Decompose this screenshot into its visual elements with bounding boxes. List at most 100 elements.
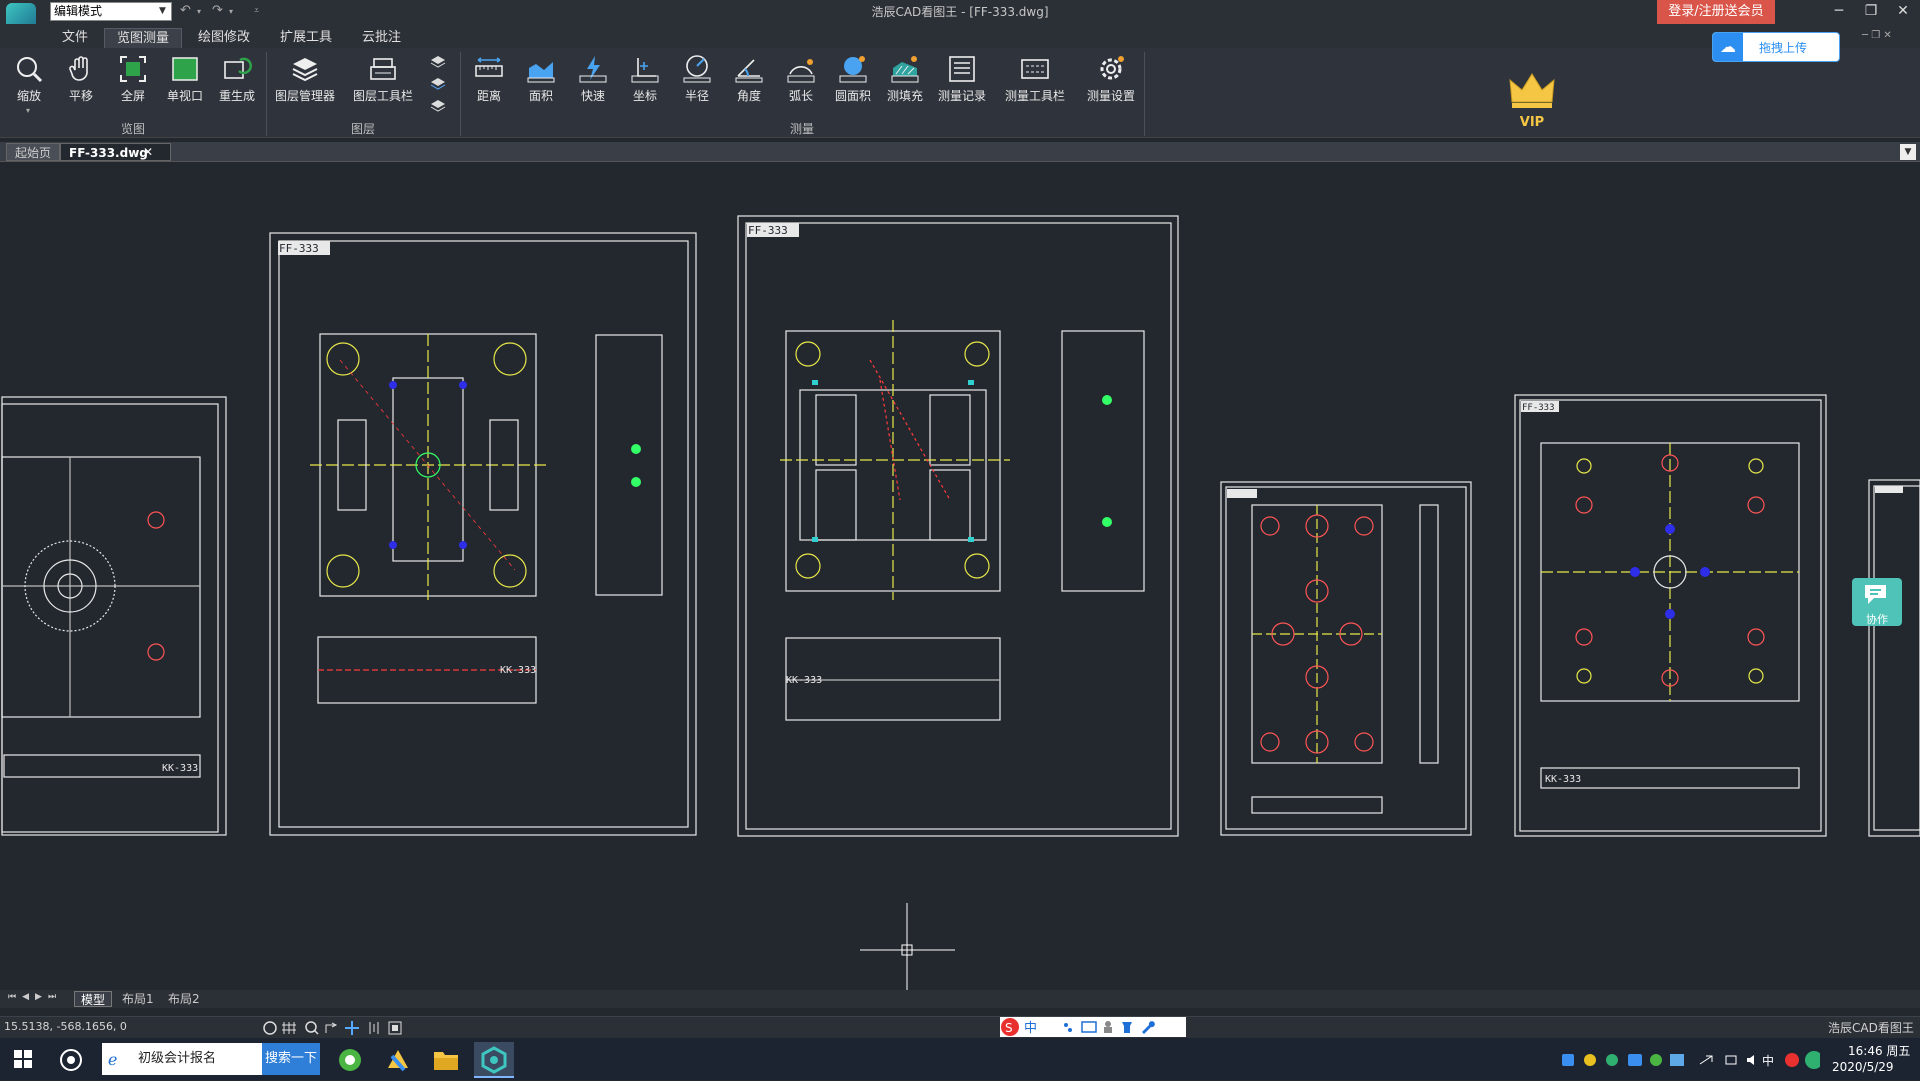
taskbar-date[interactable]: 2020/5/29 [1832, 1060, 1894, 1074]
part-label-1: KK-333 [500, 665, 536, 676]
tab-list-dropdown-icon[interactable]: ▼ [1900, 144, 1916, 160]
cad-drawing[interactable]: FF-333 FF-333 FF-333 KK-333 KK-333 KK-33… [0, 163, 1920, 990]
part-label-4: KK-333 [1545, 774, 1581, 785]
measure-arc-length-button[interactable]: 弧长 [776, 52, 826, 106]
ribbon-window-controls[interactable] [1866, 30, 1906, 50]
layer-toolbar-label: 图层工具栏 [352, 89, 413, 103]
zoom-button[interactable]: 缩放 [4, 52, 54, 106]
measure-quick-button[interactable]: 快速 [568, 52, 618, 106]
measure-record-button[interactable]: 测量记录 [932, 52, 992, 106]
minimize-icon[interactable]: ─ [1823, 0, 1855, 24]
collaborate-label: 协作 [1866, 613, 1888, 626]
taskbar-app-media[interactable] [378, 1042, 418, 1078]
close-icon[interactable]: ✕ [1887, 0, 1919, 24]
sogou-logo-icon [60, 1049, 82, 1071]
menu-extend-tools[interactable]: 扩展工具 [268, 28, 344, 48]
close-tab-icon[interactable]: ✕ [143, 145, 153, 159]
radius-label: 半径 [684, 89, 709, 103]
lightning-icon [579, 56, 607, 83]
viewport-icon [172, 57, 198, 81]
undo-icon[interactable]: ↶ [180, 3, 191, 18]
hatch-icon [891, 56, 919, 83]
taskbar-app-explorer[interactable] [426, 1042, 466, 1078]
measure-radius-button[interactable]: 半径 [672, 52, 722, 106]
single-viewport-label: 单视口 [166, 89, 203, 103]
measure-toolbar-button[interactable]: 测量工具栏 [1000, 52, 1070, 106]
snap-grid-icons [263, 1021, 402, 1035]
layer-mini-tools[interactable] [430, 54, 446, 118]
regen-button[interactable]: 重生成 [212, 52, 262, 106]
vip-badge[interactable]: VIP [1508, 72, 1556, 130]
cursor-coordinates: 15.5138, -568.1656, 0 [4, 1020, 127, 1033]
menu-file[interactable]: 文件 [50, 28, 100, 48]
mode-select-value: 编辑模式 [54, 4, 103, 18]
measure-angle-button[interactable]: 角度 [724, 52, 774, 106]
measure-hatch-button[interactable]: 测填充 [880, 52, 930, 106]
tray-icons: 中 [1562, 1051, 1823, 1069]
ime-toolbar[interactable]: S 中 [1000, 1017, 1186, 1037]
sheet-2-label: FF-333 [748, 224, 788, 237]
measure-toolbar-icon [1021, 59, 1049, 79]
system-tray[interactable]: 中 [1560, 1050, 1823, 1070]
measure-coordinate-button[interactable]: 坐标 [620, 52, 670, 106]
tab-layout1[interactable]: 布局1 [116, 991, 160, 1007]
measure-area-button[interactable]: 面积 [516, 52, 566, 106]
layout-nav-arrows[interactable]: ⏮◀▶⏭ [8, 992, 62, 1002]
pan-label: 平移 [68, 89, 93, 103]
group-label-layer: 图层 [350, 122, 375, 136]
tab-model[interactable]: 模型 [74, 991, 113, 1007]
sheet-right-partial [1868, 479, 1920, 837]
measure-settings-button[interactable]: 测量设置 [1082, 52, 1140, 106]
layer-toolbar-button[interactable]: 图层工具栏 [350, 52, 416, 106]
pan-button[interactable]: 平移 [56, 52, 106, 106]
part-label-2: KK-333 [786, 675, 822, 686]
zoom-dropdown-icon[interactable]: ▾ [26, 106, 30, 115]
mode-select[interactable]: 编辑模式 ▼ [50, 2, 172, 21]
redo-icon[interactable]: ↷ [212, 3, 223, 18]
blue-markers [389, 381, 1710, 619]
status-toggles[interactable] [262, 1019, 412, 1037]
record-label: 测量记录 [937, 89, 986, 103]
hatch-label: 测填充 [886, 89, 923, 103]
search-button[interactable]: 搜索一下 [262, 1043, 320, 1075]
taskbar-app-browser[interactable] [330, 1042, 370, 1078]
customize-quickbar-icon[interactable]: ⩡ [254, 6, 259, 16]
upload-label: 拖拽上传 [1759, 41, 1808, 55]
layout-tab-bar [0, 990, 1920, 1008]
measure-circle-area-button[interactable]: 圆面积 [828, 52, 878, 106]
taskbar-app-cad[interactable] [474, 1042, 514, 1078]
group-label-view: 览图 [120, 122, 145, 136]
coordinate-icon [631, 58, 659, 83]
measure-toolbar-label: 测量工具栏 [1004, 89, 1065, 103]
layer-manager-button[interactable]: 图层管理器 [272, 52, 338, 106]
sogou-icon[interactable] [60, 1049, 82, 1071]
taskbar-search-input[interactable]: 初级会计报名 [102, 1043, 262, 1075]
windows-start-icon[interactable] [14, 1050, 32, 1068]
circle-area-label: 圆面积 [834, 89, 871, 103]
ime-icons: S 中 [1001, 1018, 1155, 1036]
fullscreen-button[interactable]: 全屏 [108, 52, 158, 106]
undo-dropdown-icon[interactable]: ▾ [197, 7, 201, 16]
measure-distance-button[interactable]: 距离 [464, 52, 514, 106]
tab-start-page[interactable]: 起始页 [6, 143, 61, 161]
single-viewport-button[interactable]: 单视口 [160, 52, 210, 106]
group-label-measure: 测量 [789, 122, 814, 136]
tab-ff-333[interactable]: FF-333.dwg [60, 143, 171, 161]
taskbar-time[interactable]: 16:46 周五 [1848, 1042, 1910, 1059]
menu-draw-modify[interactable]: 绘图修改 [186, 28, 262, 48]
hand-icon [69, 56, 88, 81]
restore-icon[interactable]: ❐ [1855, 0, 1887, 24]
angle-label: 角度 [736, 89, 761, 103]
media-app-icon [388, 1050, 408, 1072]
windows-logo-icon [14, 1050, 32, 1068]
group-separator [266, 52, 267, 136]
drag-upload-button[interactable]: ☁ 拖拽上传 [1712, 32, 1840, 62]
collaborate-button[interactable]: 协作 [1852, 578, 1902, 626]
menu-cloud-annotate[interactable]: 云批注 [350, 28, 413, 48]
browser-icon [339, 1049, 361, 1071]
redo-dropdown-icon[interactable]: ▾ [229, 7, 233, 16]
drawing-canvas[interactable]: FF-333 FF-333 FF-333 KK-333 KK-333 KK-33… [0, 163, 1920, 990]
login-register-button[interactable]: 登录/注册送会员 [1657, 0, 1775, 24]
tab-layout2[interactable]: 布局2 [162, 991, 206, 1007]
menu-view-measure[interactable]: 览图测量 [104, 28, 183, 48]
